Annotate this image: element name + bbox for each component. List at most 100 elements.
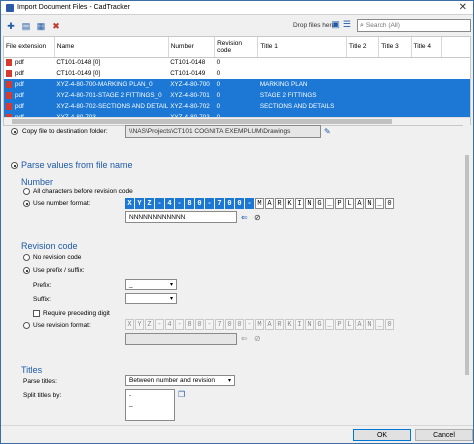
table-row[interactable]: pdf XYZ-4-80-700-MARKING PLAN_0 XYZ-4-80… (4, 79, 470, 90)
number-format-input[interactable]: NNNNNNNNNNNN (125, 211, 237, 223)
table-row[interactable]: pdf XYZ-4-80-701-STAGE 2 FITTINGS_0 XYZ-… (4, 90, 470, 101)
char-cell[interactable]: 0 (195, 198, 204, 209)
table-row[interactable]: pdf CT101-0149 [0] CT101-0149 0 (4, 68, 470, 79)
char-cell[interactable]: 0 (385, 198, 394, 209)
char-cell[interactable]: X (125, 319, 134, 330)
char-cell[interactable]: 0 (385, 319, 394, 330)
char-cell[interactable]: L (345, 198, 354, 209)
char-cell[interactable]: 0 (225, 198, 234, 209)
char-cell[interactable]: G (315, 198, 324, 209)
char-cell[interactable]: 0 (225, 319, 234, 330)
number-format-radio[interactable] (23, 200, 30, 207)
table-row[interactable]: pdf CT101-0148 [0] CT101-0148 0 (4, 57, 470, 68)
parse-radio[interactable] (11, 162, 18, 169)
no-revision-radio[interactable] (23, 254, 30, 261)
char-cell[interactable]: Y (135, 198, 144, 209)
search-box[interactable]: ⌕ (357, 19, 471, 32)
char-cell[interactable]: M (255, 198, 264, 209)
vertical-scrollbar[interactable] (463, 125, 471, 425)
prefix-select[interactable]: _ ▾ (125, 279, 177, 290)
folder-icon[interactable]: ▣ (331, 19, 340, 30)
search-input[interactable] (365, 22, 466, 29)
char-cell[interactable]: N (365, 319, 374, 330)
col-title-2[interactable]: Title 2 (346, 37, 380, 58)
char-cell[interactable]: - (245, 198, 254, 209)
char-cell[interactable]: 0 (195, 319, 204, 330)
browse-folder-icon[interactable]: ✎ (324, 127, 331, 136)
char-cell[interactable]: 0 (235, 198, 244, 209)
char-cell[interactable]: _ (325, 319, 334, 330)
copy-file-radio[interactable] (11, 128, 18, 135)
revision-char-strip[interactable]: X Y Z -4-8 0-7 0 0- M A R K I N G _ P L A N _ 0 (125, 319, 395, 330)
split-titles-input[interactable]: - _ (125, 389, 175, 421)
char-cell[interactable]: N (305, 319, 314, 330)
char-cell[interactable]: A (265, 319, 274, 330)
char-cell[interactable]: - (205, 319, 214, 330)
columns-icon[interactable]: ▦ (35, 20, 47, 32)
char-cell[interactable]: K (285, 198, 294, 209)
delete-icon[interactable]: ✖ (50, 20, 62, 32)
destination-path-field[interactable]: \\NAS\Projects\CT101 COGNITA EXEMPLUM\Dr… (125, 125, 321, 138)
char-cell[interactable]: Z (145, 319, 154, 330)
suffix-select[interactable]: ▾ (125, 293, 177, 304)
char-cell[interactable]: - (175, 319, 184, 330)
char-cell[interactable]: I (295, 319, 304, 330)
char-cell[interactable]: 8 (185, 198, 194, 209)
char-cell[interactable]: A (355, 319, 364, 330)
clear-icon[interactable]: ⊘ (254, 213, 261, 222)
copy-icon[interactable]: ❐ (178, 390, 185, 399)
char-cell[interactable]: Y (135, 319, 144, 330)
number-all-chars-radio[interactable] (23, 188, 30, 195)
col-number[interactable]: Number (168, 37, 216, 58)
char-cell[interactable]: A (265, 198, 274, 209)
col-revision-code[interactable]: Revision code (214, 37, 259, 58)
arrow-left-icon[interactable]: ⇐ (241, 213, 248, 222)
char-cell[interactable]: - (205, 198, 214, 209)
add-icon[interactable]: ✚ (5, 20, 17, 32)
char-cell[interactable]: - (245, 319, 254, 330)
char-cell[interactable]: 8 (185, 319, 194, 330)
list-icon[interactable]: ☰ (343, 19, 351, 30)
char-cell[interactable]: M (255, 319, 264, 330)
char-cell[interactable]: _ (325, 198, 334, 209)
col-title-1[interactable]: Title 1 (257, 37, 348, 58)
char-cell[interactable]: - (155, 198, 164, 209)
revision-format-radio[interactable] (23, 322, 30, 329)
char-cell[interactable]: 0 (235, 319, 244, 330)
char-cell[interactable]: K (285, 319, 294, 330)
char-cell[interactable]: 7 (215, 198, 224, 209)
horizontal-scrollbar[interactable] (4, 117, 470, 125)
table-row[interactable]: pdf XYZ-4-80-702-SECTIONS AND DETAILS_0 … (4, 101, 470, 112)
char-cell[interactable]: - (155, 319, 164, 330)
char-cell[interactable]: Z (145, 198, 154, 209)
char-cell[interactable]: R (275, 319, 284, 330)
col-file-extension[interactable]: File extension (4, 37, 55, 58)
char-cell[interactable]: N (305, 198, 314, 209)
char-cell[interactable]: I (295, 198, 304, 209)
char-cell[interactable]: X (125, 198, 134, 209)
char-cell[interactable]: L (345, 319, 354, 330)
close-icon[interactable]: ✕ (459, 2, 467, 13)
char-cell[interactable]: _ (375, 198, 384, 209)
char-cell[interactable]: N (365, 198, 374, 209)
char-cell[interactable]: P (335, 198, 344, 209)
col-title-4[interactable]: Title 4 (411, 37, 442, 58)
char-cell[interactable]: 4 (165, 198, 174, 209)
col-title-3[interactable]: Title 3 (378, 37, 412, 58)
char-cell[interactable]: _ (375, 319, 384, 330)
char-cell[interactable]: 4 (165, 319, 174, 330)
char-cell[interactable]: R (275, 198, 284, 209)
prefix-suffix-radio[interactable] (23, 267, 30, 274)
cancel-button[interactable]: Cancel (415, 429, 473, 441)
char-cell[interactable]: 7 (215, 319, 224, 330)
parse-titles-select[interactable]: Between number and revision ▾ (125, 375, 235, 386)
number-char-strip[interactable]: X Y Z -4-8 0-7 0 0- M A R K I N G _ P L A N _ 0 (125, 198, 395, 209)
properties-icon[interactable]: ▤ (20, 20, 32, 32)
require-digit-checkbox[interactable] (33, 310, 40, 317)
char-cell[interactable]: G (315, 319, 324, 330)
col-name[interactable]: Name (54, 37, 169, 58)
ok-button[interactable]: OK (353, 429, 411, 441)
char-cell[interactable]: A (355, 198, 364, 209)
char-cell[interactable]: - (175, 198, 184, 209)
char-cell[interactable]: P (335, 319, 344, 330)
